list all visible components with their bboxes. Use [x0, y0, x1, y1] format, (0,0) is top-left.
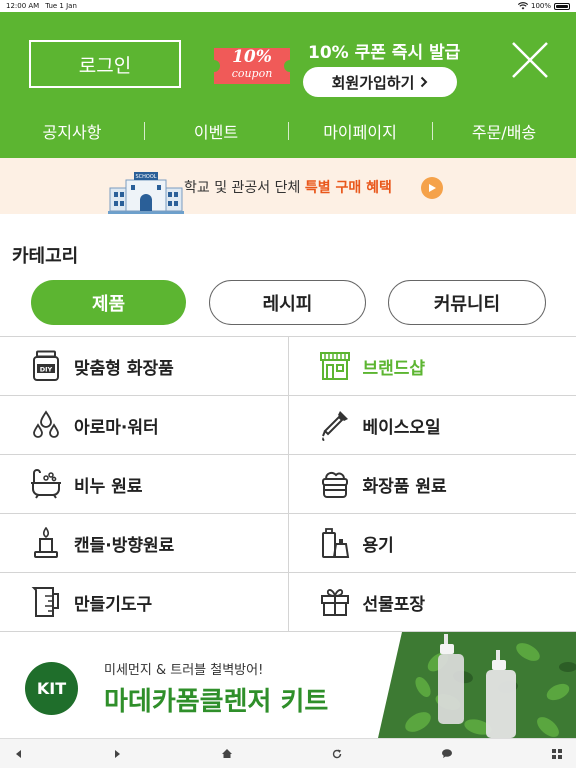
chevron-right-icon [421, 76, 428, 88]
banner-text: 학교 및 관공서 단체 특별 구매 혜택 [184, 177, 392, 197]
category-item-base-oil[interactable]: 베이스오일 [287, 396, 576, 454]
bottom-toolbar [0, 738, 576, 768]
category-item-candle-fragrance[interactable]: 캔들·방향원료 [0, 514, 288, 572]
status-bar: 12:00 AM Tue 1 Jan 100% [0, 0, 576, 12]
kit-promo-banner[interactable]: KIT 미세먼지 & 트러블 철벽방어! 마데카폼클렌저 키트 [0, 632, 576, 738]
coupon-word: coupon [231, 67, 273, 80]
candle-icon [30, 527, 62, 559]
signup-label: 회원가입하기 [331, 73, 415, 92]
status-time: 12:00 AM [6, 2, 40, 10]
refresh-icon[interactable] [328, 743, 346, 765]
bathtub-icon [30, 468, 62, 500]
banner-text-before: 학교 및 관공서 단체 [184, 180, 305, 196]
category-label: 용기 [362, 535, 394, 556]
promo-title: 10% 쿠폰 즉시 발급 [308, 43, 461, 63]
kit-subtitle: 미세먼지 & 트러블 철벽방어! [104, 663, 264, 678]
back-icon[interactable] [10, 743, 28, 765]
kit-product-photo [378, 632, 576, 738]
status-date: Tue 1 Jan [45, 2, 77, 10]
category-item-gift-wrap[interactable]: 선물포장 [287, 573, 576, 631]
cream-jar-icon [319, 468, 351, 500]
tab-community[interactable]: 커뮤니티 [388, 280, 546, 325]
diy-jar-icon: DIY [30, 350, 62, 382]
category-label: 만들기도구 [74, 594, 153, 615]
coupon-percent: 10% [232, 47, 272, 67]
home-icon[interactable] [218, 743, 236, 765]
storefront-icon [319, 350, 351, 382]
coupon-badge: 10% coupon [210, 44, 294, 88]
close-icon[interactable] [510, 40, 550, 80]
dropper-icon [319, 409, 351, 441]
measuring-cup-icon [30, 586, 62, 618]
kit-badge: KIT [25, 662, 78, 715]
nav-notice[interactable]: 공지사항 [0, 119, 144, 143]
category-label: 맞춤형 화장품 [74, 358, 174, 379]
chat-icon[interactable] [438, 743, 456, 765]
school-building-icon: SCHOOL [108, 172, 184, 214]
school-sign-text: SCHOOL [135, 174, 156, 180]
category-item-aroma-water[interactable]: 아로마·워터 [0, 396, 288, 454]
play-icon[interactable] [421, 177, 443, 199]
battery-icon [554, 2, 570, 10]
kit-title: 마데카폼클렌저 키트 [104, 687, 329, 717]
bottles-icon [319, 527, 351, 559]
category-item-custom-cosmetics[interactable]: DIY 맞춤형 화장품 [0, 337, 288, 395]
wifi-icon [517, 2, 528, 10]
category-item-brand-shop[interactable]: 브랜드샵 [287, 337, 576, 395]
forward-icon[interactable] [108, 743, 126, 765]
tab-products[interactable]: 제품 [31, 280, 186, 325]
group-purchase-banner[interactable]: SCHOOL 학교 및 관공서 단체 특별 구매 혜택 [0, 158, 576, 214]
category-label: 브랜드샵 [362, 358, 426, 379]
category-label: 베이스오일 [362, 417, 441, 438]
grid-menu-icon[interactable] [548, 743, 566, 765]
category-label: 아로마·워터 [74, 417, 159, 438]
category-item-containers[interactable]: 용기 [287, 514, 576, 572]
tab-recipes[interactable]: 레시피 [209, 280, 366, 325]
signup-button[interactable]: 회원가입하기 [303, 67, 457, 97]
status-right: 100% [517, 2, 570, 10]
category-title: 카테고리 [12, 246, 79, 267]
banner-highlight: 특별 구매 혜택 [304, 180, 392, 196]
nav-mypage[interactable]: 마이페이지 [288, 119, 432, 143]
svg-text:DIY: DIY [40, 365, 53, 373]
droplets-icon [30, 409, 62, 441]
category-item-cosmetic-materials[interactable]: 화장품 원료 [287, 455, 576, 513]
category-label: 화장품 원료 [362, 476, 447, 497]
category-label: 선물포장 [362, 594, 426, 615]
category-label: 캔들·방향원료 [74, 535, 175, 556]
header: 로그인 10% coupon 10% 쿠폰 즉시 발급 회원가입하기 공지사항 … [0, 12, 576, 158]
nav-orders[interactable]: 주문/배송 [432, 119, 576, 143]
battery-percent: 100% [530, 2, 551, 10]
category-grid: DIY 맞춤형 화장품 브랜드샵 아로마·워터 베이스오일 비누 원료 화장품 … [0, 336, 576, 632]
category-item-soap-materials[interactable]: 비누 원료 [0, 455, 288, 513]
login-button[interactable]: 로그인 [29, 40, 181, 88]
gift-icon [319, 586, 351, 618]
nav-event[interactable]: 이벤트 [144, 119, 288, 143]
top-nav: 공지사항 이벤트 마이페이지 주문/배송 [0, 118, 576, 144]
category-label: 비누 원료 [74, 476, 143, 497]
category-tabs: 제품 레시피 커뮤니티 [31, 280, 546, 326]
category-item-making-tools[interactable]: 만들기도구 [0, 573, 288, 631]
